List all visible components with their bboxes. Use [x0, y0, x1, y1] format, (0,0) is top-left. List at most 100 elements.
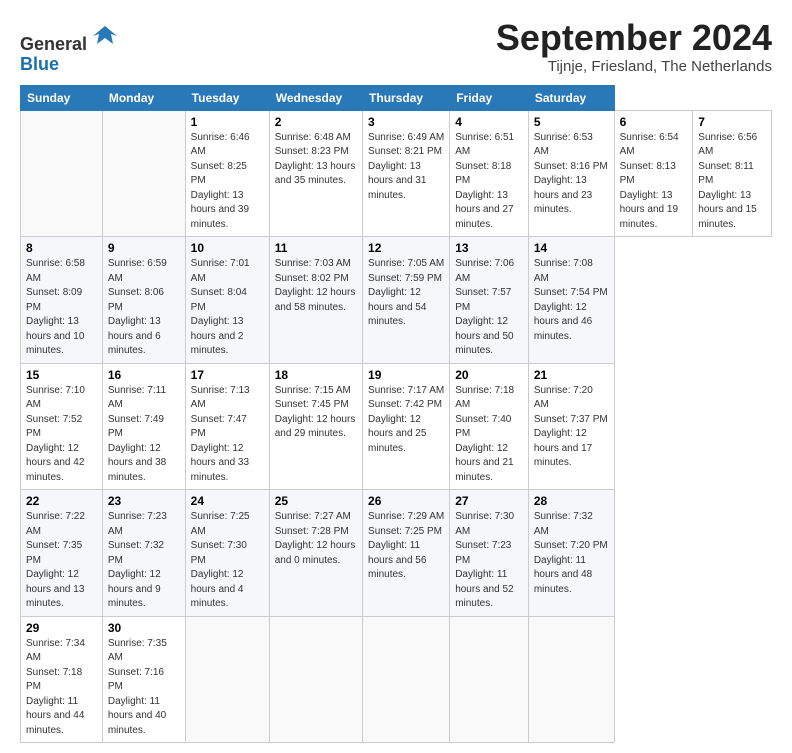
calendar-week-5: 29Sunrise: 7:34 AMSunset: 7:18 PMDayligh…	[21, 616, 772, 743]
day-info: Sunrise: 6:58 AMSunset: 8:09 PMDaylight:…	[26, 258, 85, 356]
day-info: Sunrise: 7:13 AMSunset: 7:47 PMDaylight:…	[191, 385, 250, 483]
calendar-cell	[528, 616, 614, 743]
day-number: 24	[191, 494, 264, 508]
location-subtitle: Tijnje, Friesland, The Netherlands	[496, 58, 772, 75]
calendar-cell: 15 Sunrise: 7:10 AMSunset: 7:52 PMDayligh…	[21, 363, 103, 490]
header: General Blue September 2024 Tijnje, Frie…	[20, 18, 772, 75]
day-number: 17	[191, 368, 264, 382]
day-number: 8	[26, 241, 97, 255]
calendar-cell: 4 Sunrise: 6:51 AMSunset: 8:18 PMDaylight…	[450, 110, 529, 237]
calendar-cell	[185, 616, 269, 743]
day-number: 12	[368, 241, 444, 255]
calendar-cell: 30Sunrise: 7:35 AMSunset: 7:16 PMDayligh…	[102, 616, 185, 743]
day-number: 19	[368, 368, 444, 382]
day-info: Sunrise: 6:53 AMSunset: 8:16 PMDaylight:…	[534, 132, 608, 216]
calendar-cell: 19 Sunrise: 7:17 AMSunset: 7:42 PMDayligh…	[363, 363, 450, 490]
weekday-header-monday: Monday	[102, 85, 185, 110]
logo-blue: Blue	[20, 54, 59, 74]
day-number: 15	[26, 368, 97, 382]
day-info: Sunrise: 7:29 AMSunset: 7:25 PMDaylight:…	[368, 511, 444, 580]
day-number: 7	[698, 115, 766, 129]
day-info: Sunrise: 7:18 AMSunset: 7:40 PMDaylight:…	[455, 385, 514, 483]
calendar-cell: 11Sunrise: 7:03 AMSunset: 8:02 PMDayligh…	[269, 237, 362, 364]
calendar-cell: 2 Sunrise: 6:48 AMSunset: 8:23 PMDaylight…	[269, 110, 362, 237]
day-number: 28	[534, 494, 609, 508]
calendar-cell: 7 Sunrise: 6:56 AMSunset: 8:11 PMDaylight…	[693, 110, 772, 237]
weekday-header-saturday: Saturday	[528, 85, 614, 110]
weekday-header-friday: Friday	[450, 85, 529, 110]
calendar-week-3: 15 Sunrise: 7:10 AMSunset: 7:52 PMDayligh…	[21, 363, 772, 490]
day-info: Sunrise: 7:35 AMSunset: 7:16 PMDaylight:…	[108, 638, 167, 736]
calendar-cell: 18Sunrise: 7:15 AMSunset: 7:45 PMDayligh…	[269, 363, 362, 490]
day-number: 16	[108, 368, 180, 382]
day-number: 25	[275, 494, 357, 508]
day-number: 1	[191, 115, 264, 129]
day-info: Sunrise: 7:10 AMSunset: 7:52 PMDaylight:…	[26, 385, 85, 483]
day-info: Sunrise: 6:59 AMSunset: 8:06 PMDaylight:…	[108, 258, 167, 356]
calendar-cell: 9 Sunrise: 6:59 AMSunset: 8:06 PMDaylight…	[102, 237, 185, 364]
day-number: 21	[534, 368, 609, 382]
day-number: 10	[191, 241, 264, 255]
logo-bird-icon	[91, 22, 119, 50]
calendar-cell: 21Sunrise: 7:20 AMSunset: 7:37 PMDayligh…	[528, 363, 614, 490]
day-number: 2	[275, 115, 357, 129]
calendar-header-row: SundayMondayTuesdayWednesdayThursdayFrid…	[21, 85, 772, 110]
day-info: Sunrise: 7:08 AMSunset: 7:54 PMDaylight:…	[534, 258, 608, 342]
day-number: 6	[620, 115, 688, 129]
calendar-cell: 25 Sunrise: 7:27 AMSunset: 7:28 PMDayligh…	[269, 490, 362, 617]
day-number: 29	[26, 621, 97, 635]
day-info: Sunrise: 7:15 AMSunset: 7:45 PMDaylight:…	[275, 385, 356, 440]
calendar-cell: 23Sunrise: 7:23 AMSunset: 7:32 PMDayligh…	[102, 490, 185, 617]
calendar-cell	[102, 110, 185, 237]
calendar-week-2: 8 Sunrise: 6:58 AMSunset: 8:09 PMDaylight…	[21, 237, 772, 364]
day-number: 9	[108, 241, 180, 255]
day-info: Sunrise: 7:27 AMSunset: 7:28 PMDaylight:…	[275, 511, 356, 566]
calendar-cell: 22 Sunrise: 7:22 AMSunset: 7:35 PMDayligh…	[21, 490, 103, 617]
day-info: Sunrise: 7:22 AMSunset: 7:35 PMDaylight:…	[26, 511, 85, 609]
calendar-cell: 10Sunrise: 7:01 AMSunset: 8:04 PMDayligh…	[185, 237, 269, 364]
weekday-header-thursday: Thursday	[363, 85, 450, 110]
calendar-cell: 17 Sunrise: 7:13 AMSunset: 7:47 PMDayligh…	[185, 363, 269, 490]
calendar-cell: 13Sunrise: 7:06 AMSunset: 7:57 PMDayligh…	[450, 237, 529, 364]
day-info: Sunrise: 6:46 AMSunset: 8:25 PMDaylight:…	[191, 132, 250, 230]
day-info: Sunrise: 6:49 AMSunset: 8:21 PMDaylight:…	[368, 132, 444, 201]
day-number: 22	[26, 494, 97, 508]
weekday-header-tuesday: Tuesday	[185, 85, 269, 110]
page: General Blue September 2024 Tijnje, Frie…	[0, 0, 792, 753]
day-info: Sunrise: 6:56 AMSunset: 8:11 PMDaylight:…	[698, 132, 757, 230]
calendar-cell: 16Sunrise: 7:11 AMSunset: 7:49 PMDayligh…	[102, 363, 185, 490]
day-number: 3	[368, 115, 444, 129]
calendar-cell	[21, 110, 103, 237]
logo: General Blue	[20, 22, 119, 75]
calendar-cell: 8 Sunrise: 6:58 AMSunset: 8:09 PMDaylight…	[21, 237, 103, 364]
weekday-header-sunday: Sunday	[21, 85, 103, 110]
day-info: Sunrise: 6:51 AMSunset: 8:18 PMDaylight:…	[455, 132, 514, 230]
calendar-cell: 26Sunrise: 7:29 AMSunset: 7:25 PMDayligh…	[363, 490, 450, 617]
calendar-cell	[363, 616, 450, 743]
day-number: 11	[275, 241, 357, 255]
day-info: Sunrise: 7:23 AMSunset: 7:32 PMDaylight:…	[108, 511, 167, 609]
calendar-cell: 5 Sunrise: 6:53 AMSunset: 8:16 PMDaylight…	[528, 110, 614, 237]
calendar-week-4: 22 Sunrise: 7:22 AMSunset: 7:35 PMDayligh…	[21, 490, 772, 617]
day-number: 5	[534, 115, 609, 129]
calendar-cell: 12Sunrise: 7:05 AMSunset: 7:59 PMDayligh…	[363, 237, 450, 364]
calendar-cell: 14Sunrise: 7:08 AMSunset: 7:54 PMDayligh…	[528, 237, 614, 364]
calendar-cell: 24 Sunrise: 7:25 AMSunset: 7:30 PMDayligh…	[185, 490, 269, 617]
day-number: 20	[455, 368, 523, 382]
day-info: Sunrise: 6:48 AMSunset: 8:23 PMDaylight:…	[275, 132, 356, 187]
day-info: Sunrise: 7:30 AMSunset: 7:23 PMDaylight:…	[455, 511, 514, 609]
day-number: 4	[455, 115, 523, 129]
calendar-cell: 1 Sunrise: 6:46 AMSunset: 8:25 PMDaylight…	[185, 110, 269, 237]
calendar-cell: 3 Sunrise: 6:49 AMSunset: 8:21 PMDaylight…	[363, 110, 450, 237]
day-number: 13	[455, 241, 523, 255]
calendar-week-1: 1 Sunrise: 6:46 AMSunset: 8:25 PMDaylight…	[21, 110, 772, 237]
logo-general: General	[20, 34, 87, 54]
weekday-header-wednesday: Wednesday	[269, 85, 362, 110]
day-info: Sunrise: 7:32 AMSunset: 7:20 PMDaylight:…	[534, 511, 608, 595]
calendar-cell	[450, 616, 529, 743]
day-info: Sunrise: 7:25 AMSunset: 7:30 PMDaylight:…	[191, 511, 250, 609]
day-info: Sunrise: 7:17 AMSunset: 7:42 PMDaylight:…	[368, 385, 444, 454]
calendar-cell: 29Sunrise: 7:34 AMSunset: 7:18 PMDayligh…	[21, 616, 103, 743]
month-title: September 2024	[496, 18, 772, 58]
calendar: SundayMondayTuesdayWednesdayThursdayFrid…	[20, 85, 772, 744]
